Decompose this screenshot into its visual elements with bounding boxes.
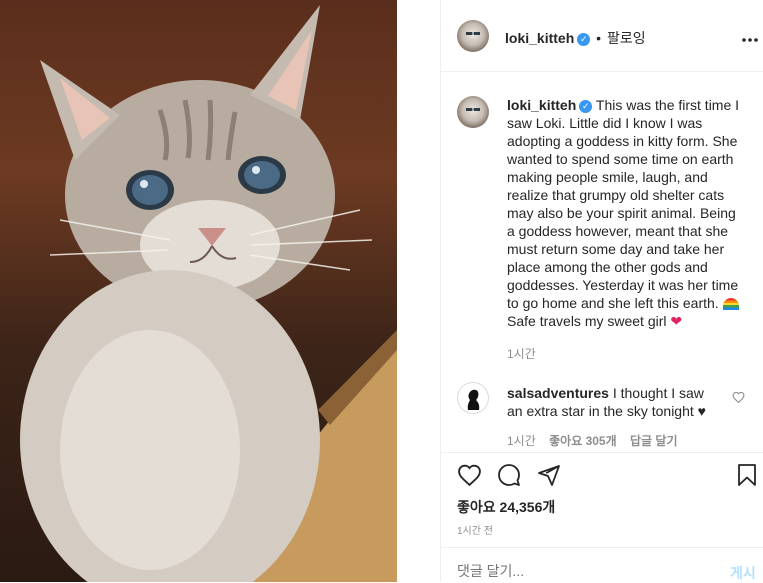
post-details-panel: loki_kitteh ✓ • 팔로잉 loki_kitteh ✓ This was… — [441, 0, 763, 582]
heart-emoji-icon: ❤ — [670, 313, 683, 329]
post-timestamp[interactable]: 1시간 전 — [457, 522, 493, 537]
comment-username[interactable]: salsadventures — [507, 385, 609, 401]
verified-badge-icon: ✓ — [579, 99, 593, 113]
share-icon[interactable] — [537, 463, 563, 487]
bookmark-icon[interactable] — [737, 463, 759, 487]
caption-end: Safe travels my sweet girl — [507, 313, 667, 329]
caption-text: This was the first time I saw Loki. Litt… — [507, 97, 740, 311]
post-dialog: loki_kitteh ✓ • 팔로잉 loki_kitteh ✓ This was… — [0, 0, 763, 582]
caption-timestamp[interactable]: 1시간 — [507, 345, 536, 362]
caption-avatar[interactable] — [457, 96, 489, 128]
author-avatar[interactable] — [457, 20, 489, 52]
comment-meta: 1시간 좋아요 305개 답글 달기 — [507, 432, 677, 449]
post-photo[interactable] — [0, 0, 397, 582]
cat-photo-illustration — [20, 5, 397, 582]
caption: loki_kitteh ✓ This was the first time I s… — [507, 96, 747, 330]
commenter-avatar[interactable] — [457, 382, 489, 414]
comment-like-heart-icon[interactable] — [732, 390, 746, 404]
actions-divider — [441, 452, 763, 453]
heart-icon[interactable] — [457, 463, 483, 487]
more-options-icon[interactable] — [741, 30, 761, 42]
header-identity: loki_kitteh ✓ • 팔로잉 — [505, 28, 646, 48]
header-divider — [441, 71, 763, 72]
caption-username[interactable]: loki_kitteh — [507, 97, 576, 113]
verified-badge-icon: ✓ — [577, 32, 591, 46]
comment-timestamp[interactable]: 1시간 — [507, 434, 536, 448]
author-username[interactable]: loki_kitteh — [505, 30, 574, 46]
rainbow-emoji-icon — [722, 298, 739, 311]
composer-divider — [441, 547, 763, 548]
follow-status[interactable]: 팔로잉 — [607, 30, 646, 46]
header-separator: • — [596, 30, 602, 46]
silhouette-icon — [467, 389, 480, 410]
comment: salsadventures I thought I saw an extra … — [507, 384, 722, 420]
reply-button[interactable]: 답글 달기 — [630, 434, 678, 448]
comment-icon[interactable] — [497, 463, 523, 487]
post-header: loki_kitteh ✓ • 팔로잉 — [441, 0, 763, 72]
post-comment-button[interactable]: 게시 — [730, 563, 756, 583]
comment-like-count[interactable]: 좋아요 305개 — [549, 434, 617, 448]
comment-input[interactable] — [457, 560, 707, 582]
like-count[interactable]: 좋아요 24,356개 — [457, 497, 555, 517]
